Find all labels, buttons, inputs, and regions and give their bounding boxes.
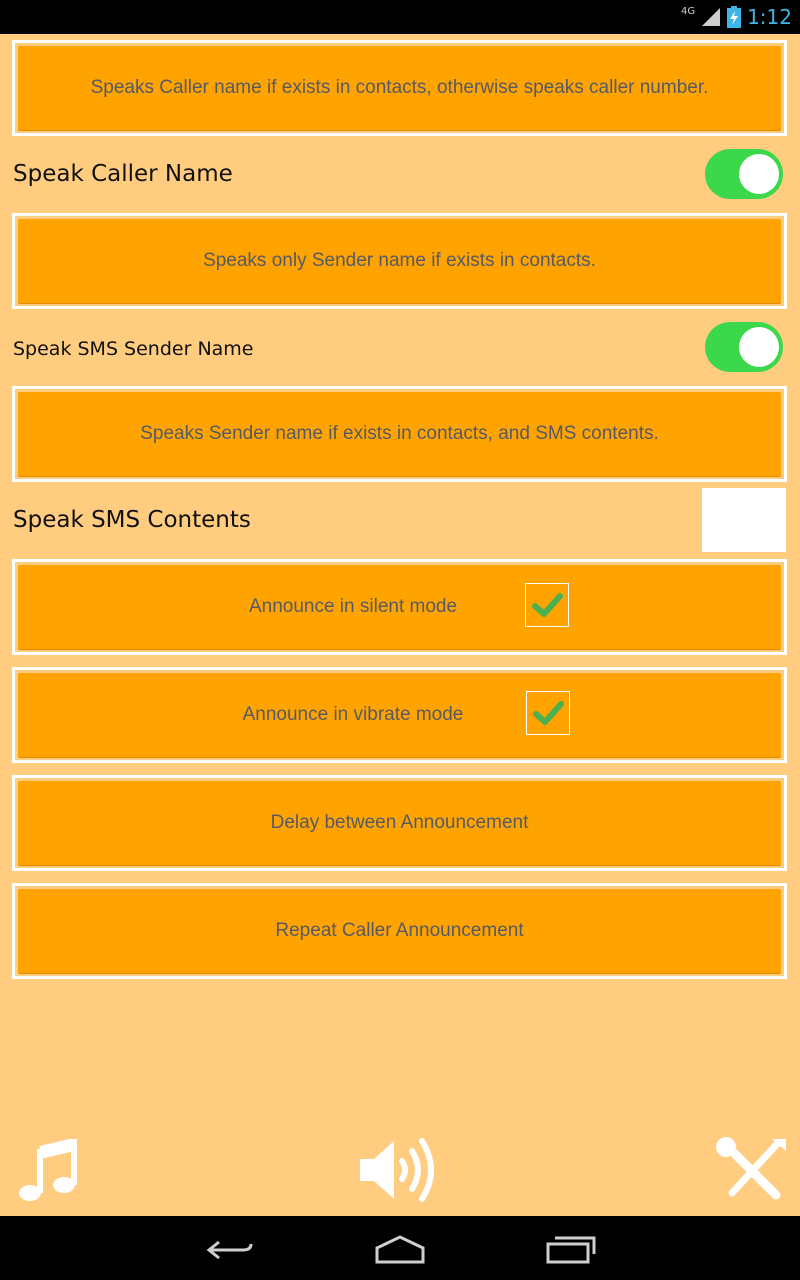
- repeat-card[interactable]: Repeat Caller Announcement: [12, 883, 787, 979]
- music-icon[interactable]: [16, 1139, 80, 1203]
- speak-sms-contents-label: Speak SMS Contents: [13, 507, 251, 533]
- vibrate-mode-label: Announce in vibrate mode: [242, 704, 464, 725]
- recents-icon[interactable]: [545, 1234, 597, 1264]
- delay-card[interactable]: Delay between Announcement: [12, 775, 787, 871]
- sms-description-text: Speaks Sender name if exists in contacts…: [18, 392, 781, 476]
- vibrate-mode-checkbox[interactable]: [526, 691, 570, 735]
- speak-caller-name-label: Speak Caller Name: [13, 161, 233, 187]
- settings-screen: Speaks Caller name if exists in contacts…: [0, 34, 800, 1216]
- battery-charging-icon: [727, 6, 742, 28]
- silent-mode-inner: Announce in silent mode: [18, 565, 781, 649]
- status-indicators: 4G 1:12: [681, 4, 792, 30]
- vibrate-mode-inner: Announce in vibrate mode: [18, 673, 781, 757]
- speaker-icon[interactable]: [358, 1137, 442, 1203]
- silent-mode-card[interactable]: Announce in silent mode: [12, 559, 787, 655]
- sender-description-card[interactable]: Speaks only Sender name if exists in con…: [12, 213, 787, 309]
- back-icon[interactable]: [205, 1236, 255, 1264]
- caller-description-text: Speaks Caller name if exists in contacts…: [18, 46, 781, 130]
- speak-sms-sender-name-toggle[interactable]: [705, 322, 783, 372]
- status-bar: 4G 1:12: [0, 0, 800, 34]
- checkmark-icon: [531, 593, 563, 617]
- network-type: 4G: [680, 5, 696, 17]
- home-icon[interactable]: [374, 1234, 426, 1264]
- tools-icon[interactable]: [714, 1137, 790, 1203]
- signal-icon: [702, 8, 721, 26]
- delay-label: Delay between Announcement: [18, 781, 781, 865]
- speak-caller-name-toggle[interactable]: [705, 149, 783, 199]
- silent-mode-checkbox[interactable]: [525, 583, 569, 627]
- bottom-toolbar: [0, 1135, 800, 1210]
- sender-description-text: Speaks only Sender name if exists in con…: [18, 219, 781, 303]
- toggle-knob: [739, 154, 779, 194]
- clock: 1:12: [747, 5, 792, 29]
- toggle-knob: [739, 327, 779, 367]
- navigation-bar: [0, 1216, 800, 1280]
- vibrate-mode-card[interactable]: Announce in vibrate mode: [12, 667, 787, 763]
- sms-description-card[interactable]: Speaks Sender name if exists in contacts…: [12, 386, 787, 482]
- repeat-label: Repeat Caller Announcement: [18, 889, 781, 973]
- silent-mode-label: Announce in silent mode: [248, 596, 458, 617]
- checkmark-icon: [532, 701, 564, 725]
- speak-sms-contents-toggle[interactable]: [702, 488, 786, 552]
- speak-sms-sender-name-label: Speak SMS Sender Name: [13, 338, 254, 360]
- caller-description-card[interactable]: Speaks Caller name if exists in contacts…: [12, 40, 787, 136]
